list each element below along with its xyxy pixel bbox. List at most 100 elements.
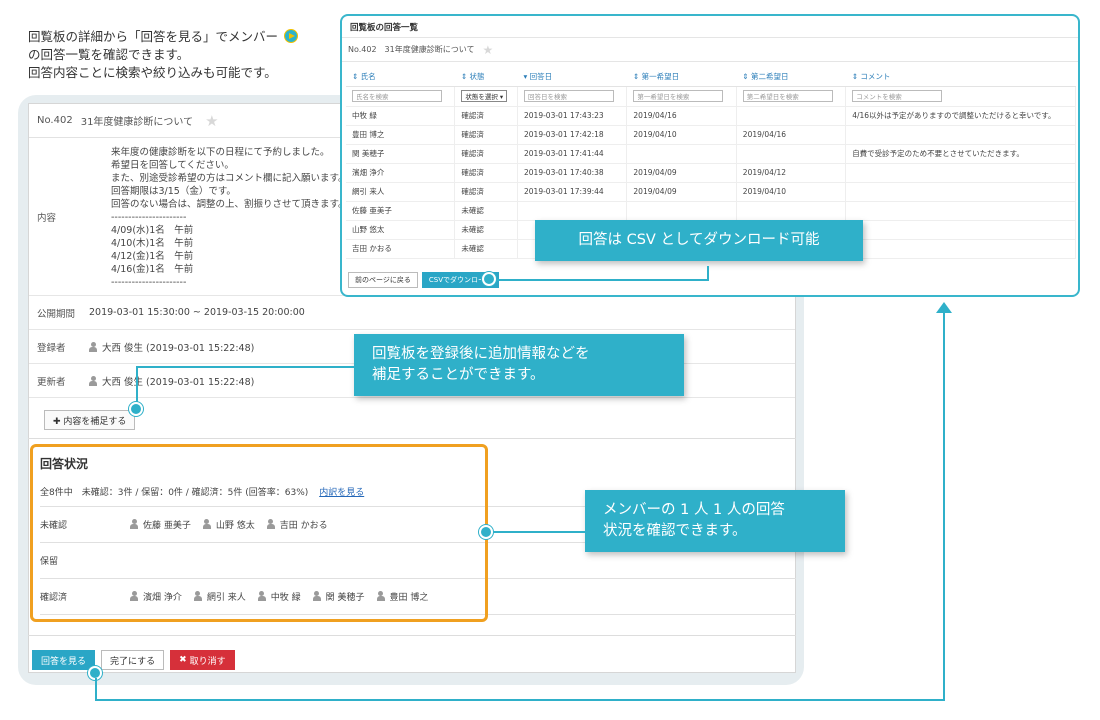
period-row: 公開期間 2019-03-01 15:30:00 ~ 2019-03-15 20… <box>29 296 795 330</box>
connector-line <box>707 266 709 280</box>
table-cell: 2019/04/09 <box>626 182 737 202</box>
filter-cell: コメントを検索 <box>845 86 1076 107</box>
table-cell: 2019/04/12 <box>736 163 847 183</box>
table-cell: 濱畑 浄介 <box>346 163 456 183</box>
intro-line-2: の回答一覧を確認できます。 <box>28 47 190 62</box>
cancel-button[interactable]: ✖ 取り消す <box>170 650 235 670</box>
status-highlight-box <box>30 444 488 622</box>
table-cell: 2019/04/10 <box>736 182 847 202</box>
table-cell: 2019-03-01 17:39:44 <box>517 182 628 202</box>
connector-line <box>492 531 586 533</box>
table-cell <box>845 182 1076 202</box>
table-cell <box>736 106 847 126</box>
column-header[interactable]: ⇕ コメント <box>845 68 1076 87</box>
back-button[interactable]: 前のページに戻る <box>348 272 418 288</box>
board-title: 31年度健康診断について <box>80 117 194 128</box>
complete-button[interactable]: 完了にする <box>101 650 165 670</box>
table-cell: 2019-03-01 17:41:44 <box>517 144 628 164</box>
status-select[interactable]: 状態を選択 ▾ <box>461 90 508 102</box>
table-row: 濱畑 浄介 確認済 2019-03-01 17:40:38 2019/04/09 201… <box>346 163 1076 183</box>
connector-line <box>136 366 138 404</box>
filter-cell: 状態を選択 ▾ <box>454 86 519 107</box>
table-cell: 佐藤 亜美子 <box>346 201 456 221</box>
table-cell <box>517 201 628 221</box>
table-cell <box>845 239 1076 259</box>
column-header[interactable]: ▾ 回答日 <box>517 68 627 87</box>
board-number: No.402 <box>37 115 73 126</box>
table-row: 網引 来人 確認済 2019-03-01 17:39:44 2019/04/09 201… <box>346 182 1076 202</box>
table-cell <box>845 220 1076 240</box>
filter-cell: 第一希望日を検索 <box>626 86 737 107</box>
period-value: 2019-03-01 15:30:00 ~ 2019-03-15 20:00:0… <box>89 307 305 318</box>
table-cell: 未確認 <box>454 239 519 259</box>
table-cell: 吉田 かおる <box>346 239 456 259</box>
filter-cell: 第二希望日を検索 <box>736 86 847 107</box>
connector-line <box>95 699 945 701</box>
table-cell: 未確認 <box>454 201 519 221</box>
table-cell <box>736 201 847 221</box>
table-cell: 豊田 博之 <box>346 125 456 145</box>
connector-line <box>943 312 945 701</box>
status-callout: メンバーの 1 人 1 人の回答 状況を確認できます。 <box>585 490 845 552</box>
table-cell <box>845 125 1076 145</box>
column-header[interactable]: ⇕ 第二希望日 <box>736 68 846 87</box>
table-cell: 関 美穂子 <box>346 144 456 164</box>
intro-line-1: 回覧板の詳細から「回答を見る」でメンバー <box>28 29 279 44</box>
star-icon[interactable]: ★ <box>205 112 218 130</box>
filter-input[interactable]: 第二希望日を検索 <box>742 90 833 102</box>
filter-input[interactable]: コメントを検索 <box>852 90 943 102</box>
table-cell: 2019/04/16 <box>736 125 847 145</box>
answers-subtitle-text: No.402 31年度健康診断について <box>348 45 475 54</box>
column-header[interactable]: ⇕ 第一希望日 <box>626 68 737 87</box>
table-cell: 確認済 <box>454 182 519 202</box>
action-buttons: 回答を見る 完了にする ✖ 取り消す <box>32 650 235 670</box>
close-icon: ✖ <box>179 655 187 665</box>
table-cell: 自費で受診予定のため不要とさせていただきます。 <box>845 144 1076 164</box>
answers-header-row: ⇕ 氏名 ⇕ 状態 ▾ 回答日 ⇕ 第一希望日 ⇕ 第二希望日 ⇕ コメント <box>346 68 1076 87</box>
person-icon <box>89 375 97 386</box>
content-label: 内容 <box>37 212 57 224</box>
table-cell: 山野 悠太 <box>346 220 456 240</box>
table-row: 佐藤 亜美子 未確認 <box>346 201 1076 221</box>
table-cell <box>626 144 737 164</box>
period-label: 公開期間 <box>37 308 76 320</box>
csv-callout: 回答は CSV としてダウンロード可能 <box>535 220 863 261</box>
table-cell: 4/16以外は予定がありますので調整いただけると幸いです。 <box>845 106 1076 126</box>
column-header[interactable]: ⇕ 状態 <box>454 68 518 87</box>
filter-input[interactable]: 回答日を検索 <box>524 90 615 102</box>
filter-input[interactable]: 氏名を検索 <box>352 90 442 102</box>
table-cell: 確認済 <box>454 106 519 126</box>
answers-subtitle: No.402 31年度健康診断について ★ <box>342 38 1078 62</box>
table-cell <box>736 144 847 164</box>
status-callout-line-1: メンバーの 1 人 1 人の回答 <box>603 502 785 518</box>
table-cell: 2019/04/10 <box>626 125 737 145</box>
table-cell: 中牧 緑 <box>346 106 456 126</box>
table-cell: 2019/04/09 <box>626 163 737 183</box>
supplement-callout-line-2: 補足することができます。 <box>372 367 545 383</box>
table-cell <box>845 163 1076 183</box>
divider <box>28 438 796 439</box>
filter-cell: 氏名を検索 <box>346 86 456 107</box>
table-cell: 未確認 <box>454 220 519 240</box>
filter-row: 氏名を検索 状態を選択 ▾ 回答日を検索 第一希望日を検索 第二希望日を検索 コメントを検… <box>346 86 1076 107</box>
answers-window-title: 回覧板の回答一覧 <box>342 16 1078 38</box>
table-cell: 2019/04/16 <box>626 106 737 126</box>
connector-dot <box>479 525 493 539</box>
updater-label: 更新者 <box>37 376 66 388</box>
person-icon <box>89 341 97 352</box>
status-callout-line-2: 状況を確認できます。 <box>603 523 747 539</box>
column-header[interactable]: ⇕ 氏名 <box>346 68 455 87</box>
updater-value: 大西 俊生 (2019-03-01 15:22:48) <box>102 376 255 388</box>
supplement-button[interactable]: ✚ 内容を補足する <box>44 410 136 430</box>
star-icon[interactable]: ★ <box>483 43 494 57</box>
filter-input[interactable]: 第一希望日を検索 <box>633 90 724 102</box>
answers-footer: 前のページに戻る CSVでダウンロード <box>348 272 499 288</box>
connector-line <box>95 678 97 700</box>
table-row: 中牧 緑確認済 2019-03-01 17:43:23 2019/04/16 4/16… <box>346 106 1076 126</box>
connector-dot <box>129 402 143 416</box>
view-answers-button[interactable]: 回答を見る <box>32 650 96 670</box>
table-cell: 2019-03-01 17:43:23 <box>517 106 628 126</box>
table-row: 豊田 博之 確認済 2019-03-01 17:42:18 2019/04/10 201… <box>346 125 1076 145</box>
play-icon <box>284 29 299 43</box>
table-cell: 確認済 <box>454 163 519 183</box>
